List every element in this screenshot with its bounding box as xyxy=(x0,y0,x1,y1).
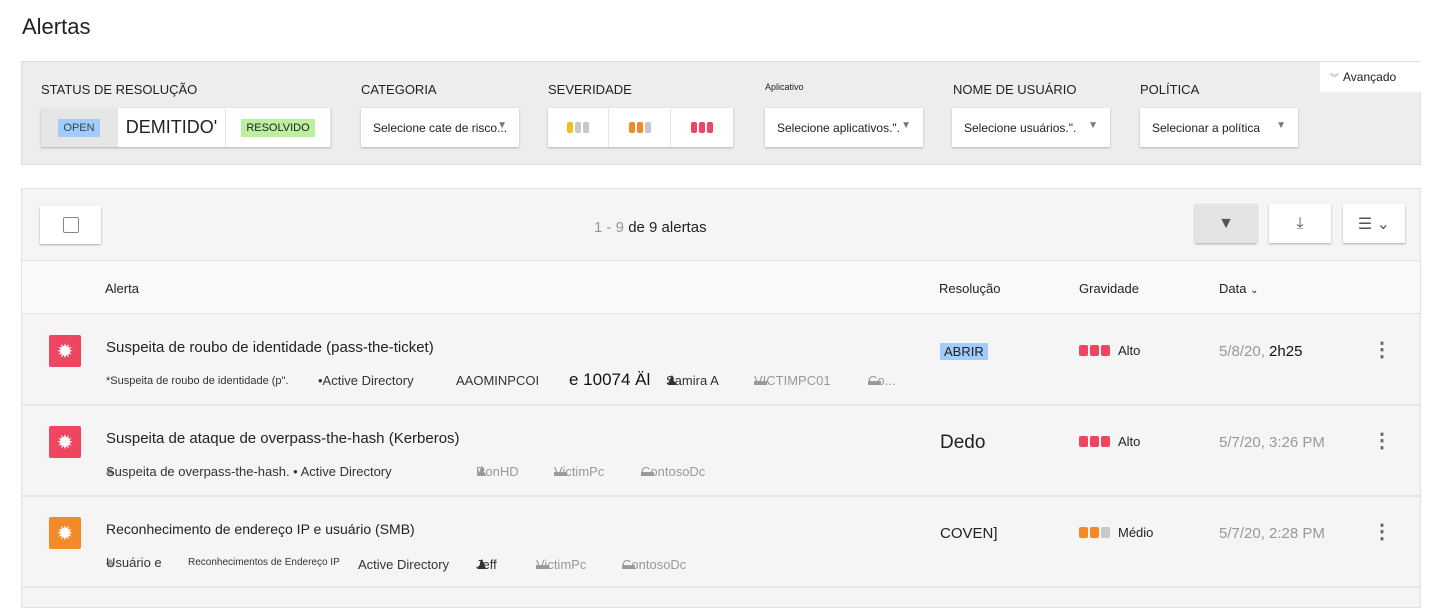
more-options-icon[interactable]: ⋮ xyxy=(1372,428,1392,453)
more-options-icon[interactable]: ⋮ xyxy=(1372,519,1392,544)
status-resolved-option[interactable]: RESOLVIDO xyxy=(226,108,331,147)
severity-high-option[interactable] xyxy=(671,108,733,147)
resolution-badge: ABRIR xyxy=(940,343,988,360)
status-open-option[interactable]: OPEN xyxy=(41,108,118,147)
chevron-down-icon: ▼ xyxy=(901,120,911,131)
severity-indicator: Alto xyxy=(1079,343,1140,358)
alert-badge-icon: ✹ xyxy=(49,335,81,367)
user-select[interactable]: Selecione usuários.". ▼ xyxy=(952,108,1110,147)
alert-badge-icon: ✹ xyxy=(49,426,81,458)
column-date[interactable]: Data ⌄ xyxy=(1219,281,1258,296)
policy-select[interactable]: Selecionar a política ▼ xyxy=(1140,108,1298,147)
severity-indicator: Alto xyxy=(1079,434,1140,449)
columns-menu-button[interactable]: ☰ ⌄ xyxy=(1343,204,1405,243)
user-label: NOME DE USUÁRIO xyxy=(953,82,1077,97)
list-icon: ☰ ⌄ xyxy=(1357,215,1391,233)
resolution-status: COVEN] xyxy=(940,525,998,542)
resolution-status-label: STATUS DE RESOLUÇÃO xyxy=(41,82,198,97)
column-severity[interactable]: Gravidade xyxy=(1079,281,1139,296)
column-resolution[interactable]: Resolução xyxy=(939,281,1000,296)
table-row[interactable]: ✹ Suspeita de ataque de overpass-the-has… xyxy=(22,406,1420,497)
page-title: Alertas xyxy=(22,14,91,39)
select-all-checkbox[interactable] xyxy=(40,206,101,244)
chevron-down-icon: ▼ xyxy=(1088,120,1098,131)
chevron-down-icon: ▼ xyxy=(497,120,507,131)
alert-date: 5/8/20, 2h25 xyxy=(1219,343,1303,360)
resolution-status-toggle: OPEN DEMITIDO' RESOLVIDO xyxy=(41,108,331,147)
filter-button[interactable]: ▼ xyxy=(1195,204,1257,243)
app-label: Aplicativo xyxy=(765,82,804,92)
category-label: CATEGORIA xyxy=(361,82,437,97)
alert-date: 5/7/20, 2:28 PM xyxy=(1219,525,1325,542)
table-header: Alerta Resolução Gravidade Data ⌄ xyxy=(22,260,1420,314)
alert-badge-icon: ✹ xyxy=(49,517,81,549)
app-select[interactable]: Selecione aplicativos.". ▼ xyxy=(765,108,923,147)
filter-icon: ▼ xyxy=(1218,214,1234,232)
table-row[interactable]: ✹ Reconhecimento de endereço IP e usuári… xyxy=(22,497,1420,588)
alerts-panel: 1 - 9 de 9 alertas ▼ ⤓ ☰ ⌄ Alerta Resolu… xyxy=(21,188,1421,608)
user-link: Samira A xyxy=(666,373,719,388)
resolution-status: Dedo xyxy=(940,432,986,453)
table-row[interactable]: ✹ Suspeita de roubo de identidade (pass-… xyxy=(22,315,1420,406)
advanced-button[interactable]: ︾ Avançado xyxy=(1320,62,1421,92)
alert-title[interactable]: Suspeita de ataque de overpass-the-hash … xyxy=(106,430,460,447)
column-alert[interactable]: Alerta xyxy=(105,281,139,296)
download-icon: ⤓ xyxy=(1296,214,1304,232)
filter-panel: STATUS DE RESOLUÇÃO OPEN DEMITIDO' RESOL… xyxy=(21,61,1421,165)
alert-title[interactable]: Reconhecimento de endereço IP e usuário … xyxy=(106,521,415,537)
more-options-icon[interactable]: ⋮ xyxy=(1372,337,1392,362)
download-button[interactable]: ⤓ xyxy=(1269,204,1331,243)
chevron-down-icon: ▼ xyxy=(1276,120,1286,131)
pagination-count: 1 - 9 de 9 alertas xyxy=(594,219,707,236)
double-chevron-down-icon: ︾ xyxy=(1330,72,1340,83)
severity-label: SEVERIDADE xyxy=(548,82,632,97)
alert-title[interactable]: Suspeita de roubo de identidade (pass-th… xyxy=(106,339,434,356)
alert-date: 5/7/20, 3:26 PM xyxy=(1219,434,1325,451)
category-select[interactable]: Selecione cate de risco... ▼ xyxy=(361,108,519,147)
severity-toggle xyxy=(548,108,733,147)
severity-indicator: Médio xyxy=(1079,525,1153,540)
severity-low-option[interactable] xyxy=(548,108,609,147)
policy-label: POLÍTICA xyxy=(1140,82,1200,97)
sort-desc-icon: ⌄ xyxy=(1250,285,1259,296)
severity-medium-option[interactable] xyxy=(609,108,671,147)
status-dismissed-option[interactable]: DEMITIDO' xyxy=(118,108,226,147)
